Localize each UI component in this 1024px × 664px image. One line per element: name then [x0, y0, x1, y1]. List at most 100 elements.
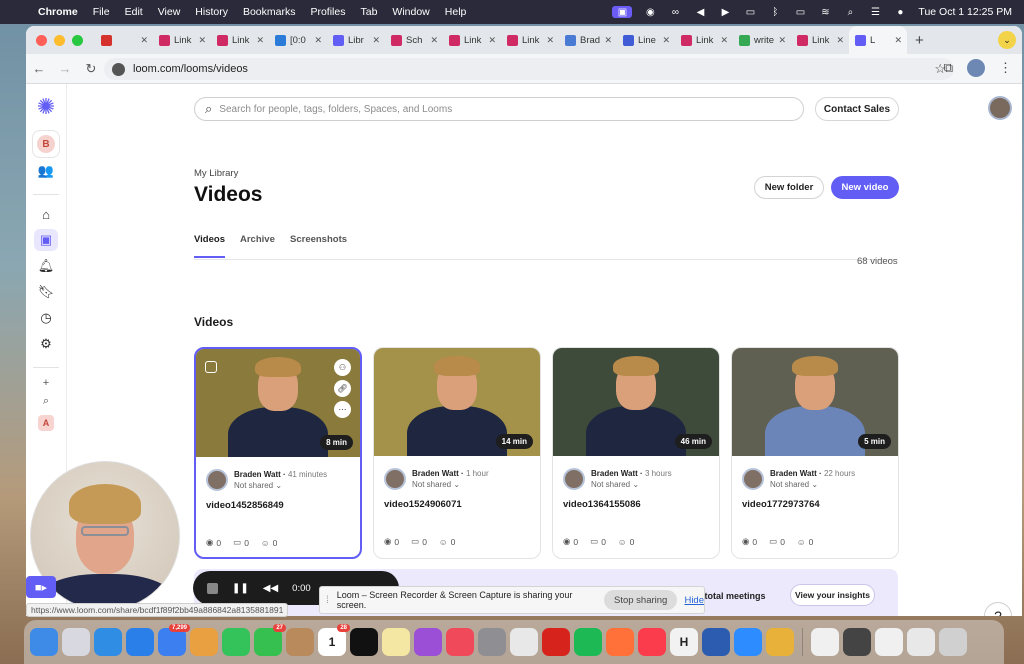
video-thumbnail[interactable]: 46 min — [553, 348, 719, 456]
screen-record-icon[interactable]: ▣ — [612, 6, 633, 18]
spotify-icon[interactable] — [574, 628, 602, 656]
profile-avatar[interactable] — [967, 59, 985, 77]
display-icon[interactable]: ▭ — [743, 6, 757, 18]
bluetooth-icon[interactable]: ᛒ — [768, 6, 782, 18]
video-card[interactable]: 5 min Braden Watt · 22 hours Not shared ⌄ v… — [731, 347, 899, 559]
screenshot1-icon[interactable] — [811, 628, 839, 656]
bookmark-icon[interactable]: 🔖︎ — [34, 281, 58, 303]
wifi-icon[interactable]: ≋ — [818, 6, 832, 18]
home-icon[interactable]: ⌂ — [34, 203, 58, 225]
stop-recording-button[interactable] — [207, 582, 218, 594]
close-tab-icon[interactable]: ✕ — [894, 35, 902, 46]
spotlight-search-icon[interactable]: ⌕ — [843, 6, 857, 18]
podcasts-icon[interactable] — [414, 628, 442, 656]
share-status-dropdown[interactable]: Not shared ⌄ — [591, 480, 639, 489]
video-card[interactable]: 14 min Braden Watt · 1 hour Not shared ⌄ vi… — [373, 347, 541, 559]
new-video-button[interactable]: New video — [831, 176, 899, 199]
photos-icon[interactable] — [190, 628, 218, 656]
appstore-icon[interactable] — [126, 628, 154, 656]
site-info-icon[interactable] — [112, 62, 125, 76]
menu-history[interactable]: History — [195, 6, 228, 18]
browser-tab[interactable]: Sch ✕ — [385, 26, 443, 54]
menu-view[interactable]: View — [158, 6, 181, 18]
creative-cloud-icon[interactable]: ∞ — [668, 6, 682, 18]
volume-icon[interactable]: ◀ — [693, 6, 707, 18]
space-avatar[interactable]: A — [38, 415, 54, 431]
pen-icon[interactable] — [510, 628, 538, 656]
notifications-bell-icon[interactable]: 🔔︎ — [34, 255, 58, 277]
close-tab-icon[interactable]: ✕ — [488, 35, 496, 46]
stop-sharing-button[interactable]: Stop sharing — [603, 590, 678, 610]
close-window-button[interactable] — [36, 34, 47, 46]
word-icon[interactable] — [702, 628, 730, 656]
library-icon[interactable]: ▣ — [34, 229, 58, 251]
share-status-dropdown[interactable]: Not shared ⌄ — [234, 481, 282, 490]
menu-app-name[interactable]: Chrome — [38, 6, 78, 18]
menu-datetime[interactable]: Tue Oct 1 12:25 PM — [918, 6, 1012, 18]
zoom-icon[interactable] — [734, 628, 762, 656]
back-icon[interactable]: ← — [26, 61, 52, 76]
close-tab-icon[interactable]: ✕ — [720, 35, 728, 46]
contacts-icon[interactable] — [286, 628, 314, 656]
close-tab-icon[interactable]: ✕ — [604, 35, 612, 46]
appletv-icon[interactable] — [350, 628, 378, 656]
share-people-icon[interactable]: ⚇ — [334, 359, 351, 376]
menu-edit[interactable]: Edit — [125, 6, 143, 18]
copy-link-icon[interactable]: 🔗︎ — [334, 380, 351, 397]
browser-tab[interactable]: Link ✕ — [501, 26, 559, 54]
close-tab-icon[interactable]: ✕ — [836, 35, 844, 46]
browser-tab[interactable]: L ✕ — [849, 26, 907, 54]
close-tab-icon[interactable]: ✕ — [198, 35, 206, 46]
close-tab-icon[interactable]: ✕ — [256, 35, 264, 46]
battery-icon[interactable]: ▭ — [793, 6, 807, 18]
media-icon[interactable]: ▶ — [718, 6, 732, 18]
menu-tab[interactable]: Tab — [360, 6, 377, 18]
screenshot2-icon[interactable] — [843, 628, 871, 656]
close-tab-icon[interactable]: ✕ — [546, 35, 554, 46]
settings-gear-icon[interactable]: ⚙ — [34, 333, 58, 355]
video-title[interactable]: video1524906071 — [384, 499, 462, 510]
contact-sales-button[interactable]: Contact Sales — [815, 97, 899, 121]
messages-icon[interactable]: 27 — [254, 624, 286, 656]
close-tab-icon[interactable]: ✕ — [430, 35, 438, 46]
close-tab-icon[interactable]: ✕ — [140, 35, 148, 46]
tab-videos[interactable]: Videos — [194, 234, 225, 258]
history-clock-icon[interactable]: ◷ — [34, 307, 58, 329]
camera-toggle-icon[interactable]: ■▸ — [26, 576, 56, 598]
menu-profiles[interactable]: Profiles — [310, 6, 345, 18]
video-thumbnail[interactable]: 14 min — [374, 348, 540, 456]
user-avatar[interactable] — [988, 96, 1012, 120]
add-icon[interactable]: + — [43, 377, 49, 389]
author-name[interactable]: Braden Watt — [412, 469, 459, 478]
browser-tab[interactable]: ✕ — [95, 26, 153, 54]
author-avatar[interactable] — [742, 468, 764, 490]
hide-sharing-bar-link[interactable]: Hide — [684, 595, 704, 606]
siri-icon[interactable]: ● — [893, 6, 907, 18]
loom-logo-icon[interactable]: ✺ — [35, 96, 57, 118]
safari-icon[interactable] — [94, 628, 122, 656]
reload-icon[interactable]: ↻ — [78, 61, 104, 77]
author-avatar[interactable] — [206, 469, 228, 491]
new-folder-button[interactable]: New folder — [754, 176, 824, 199]
tab-archive[interactable]: Archive — [240, 234, 275, 245]
browser-tab[interactable]: Link ✕ — [791, 26, 849, 54]
pause-icon[interactable]: ❚❚ — [232, 583, 249, 594]
close-tab-icon[interactable]: ✕ — [778, 35, 786, 46]
forward-icon[interactable]: → — [52, 61, 78, 76]
browser-tab[interactable]: Link ✕ — [153, 26, 211, 54]
select-checkbox[interactable] — [205, 361, 217, 373]
browser-tab[interactable]: Link ✕ — [675, 26, 733, 54]
more-options-icon[interactable]: ⋯ — [334, 401, 351, 418]
browser-tab[interactable]: Brad ✕ — [559, 26, 617, 54]
menu-file[interactable]: File — [93, 6, 110, 18]
search-bar[interactable]: ⌕ — [194, 97, 804, 121]
new-tab-button[interactable]: + — [915, 32, 924, 49]
browser-tab[interactable]: [0:0 ✕ — [269, 26, 327, 54]
settings-icon[interactable] — [478, 628, 506, 656]
apple-icon[interactable] — [10, 5, 24, 19]
members-icon[interactable]: 👥 — [34, 160, 58, 182]
zoom-window-button[interactable] — [72, 34, 83, 46]
acrobat-icon[interactable] — [542, 628, 570, 656]
view-insights-button[interactable]: View your insights — [790, 584, 875, 606]
close-tab-icon[interactable]: ✕ — [372, 35, 380, 46]
